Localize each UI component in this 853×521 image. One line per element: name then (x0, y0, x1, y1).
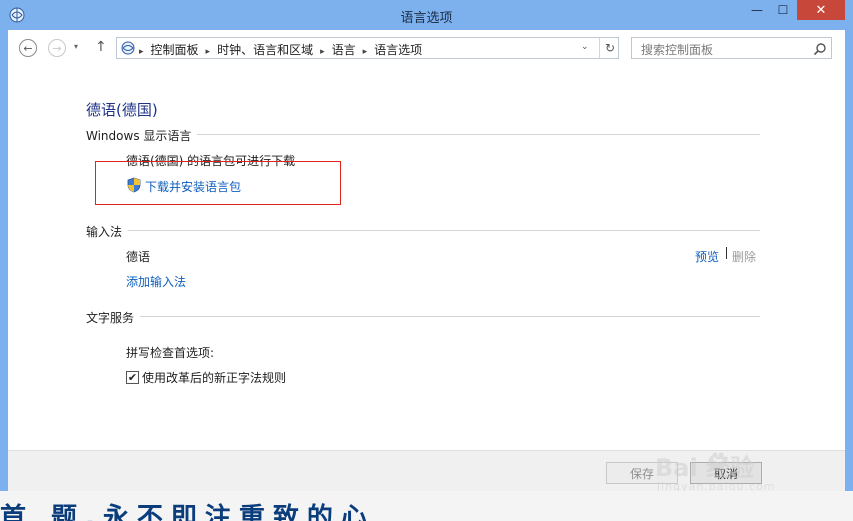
new-spelling-rules-checkbox[interactable]: ✔ (126, 371, 139, 384)
bottom-caption-text: 首 题,永不即注重致的心 (0, 503, 375, 521)
display-language-header: Windows 显示语言 (86, 127, 198, 144)
up-arrow-icon[interactable]: ↑ (95, 39, 107, 55)
title-bar[interactable]: 语言选项 — ☐ ✕ (0, 0, 853, 30)
breadcrumb-separator-icon[interactable]: ▸ (320, 47, 325, 57)
input-method-section: 输入法 (86, 223, 760, 240)
section-divider (86, 230, 760, 231)
minimize-button[interactable]: — (744, 0, 770, 20)
spell-check-preferences-label: 拼写检查首选项: (126, 346, 215, 360)
display-language-section: Windows 显示语言 (86, 127, 760, 144)
search-icon[interactable] (813, 42, 827, 56)
maximize-button[interactable]: ☐ (770, 0, 796, 20)
window-title: 语言选项 (400, 11, 453, 26)
search-input[interactable]: 搜索控制面板 (631, 37, 832, 59)
text-services-header: 文字服务 (86, 309, 141, 326)
back-button[interactable]: ← (19, 39, 37, 57)
add-input-method-link[interactable]: 添加输入法 (126, 273, 186, 290)
remove-link[interactable]: 删除 (732, 248, 756, 265)
text-services-section: 文字服务 (86, 309, 760, 326)
breadcrumb-item-clock-language-region[interactable]: 时钟、语言和区域 (217, 43, 313, 57)
input-method-header: 输入法 (86, 223, 129, 240)
breadcrumb-separator-icon: ▸ (139, 47, 144, 57)
breadcrumb-item-language[interactable]: 语言 (332, 43, 356, 57)
preview-link[interactable]: 预览 (695, 248, 719, 265)
bottom-caption-strip: 首 题,永不即注重致的心 (0, 491, 853, 521)
navigation-bar: ← → ▾ ↑ ▸ 控制面板 ▸ 时钟、语言和区域 ▸ 语言 ▸ 语言选项 ⌄ ↻ 搜索控制面… (8, 30, 845, 69)
address-bar[interactable]: ▸ 控制面板 ▸ 时钟、语言和区域 ▸ 语言 ▸ 语言选项 ⌄ ↻ (116, 37, 619, 59)
forward-button[interactable]: → (48, 39, 66, 57)
address-dropdown-icon[interactable]: ⌄ (581, 42, 589, 52)
breadcrumb-separator-icon[interactable]: ▸ (363, 47, 368, 57)
page-title: 德语(德国) (86, 101, 158, 119)
section-divider (86, 316, 760, 317)
window-client-area: ← → ▾ ↑ ▸ 控制面板 ▸ 时钟、语言和区域 ▸ 语言 ▸ 语言选项 ⌄ ↻ 搜索控制面… (8, 30, 845, 492)
refresh-button[interactable]: ↻ (599, 38, 620, 58)
paw-logo-icon (708, 452, 728, 472)
highlight-annotation (95, 161, 341, 205)
control-panel-icon (121, 41, 135, 55)
new-spelling-rules-label[interactable]: 使用改革后的新正字法规则 (142, 369, 286, 386)
breadcrumb: ▸ 控制面板 ▸ 时钟、语言和区域 ▸ 语言 ▸ 语言选项 (139, 41, 422, 58)
close-button[interactable]: ✕ (797, 0, 845, 20)
search-placeholder: 搜索控制面板 (641, 43, 714, 57)
breadcrumb-item-language-options[interactable]: 语言选项 (374, 43, 422, 57)
recent-locations-chevron-icon[interactable]: ▾ (74, 42, 78, 51)
link-separator (726, 247, 727, 259)
input-method-item: 德语 (126, 250, 151, 264)
breadcrumb-separator-icon[interactable]: ▸ (206, 47, 211, 57)
control-panel-window: 语言选项 — ☐ ✕ ← → ▾ ↑ ▸ 控制面板 ▸ 时钟、语言和区域 ▸ 语言 ▸ 语言选… (0, 0, 853, 521)
language-options-content: 德语(德国) Windows 显示语言 德语(德国) 的语言包可进行下载 下载并… (8, 68, 845, 491)
breadcrumb-item-control-panel[interactable]: 控制面板 (151, 43, 199, 57)
